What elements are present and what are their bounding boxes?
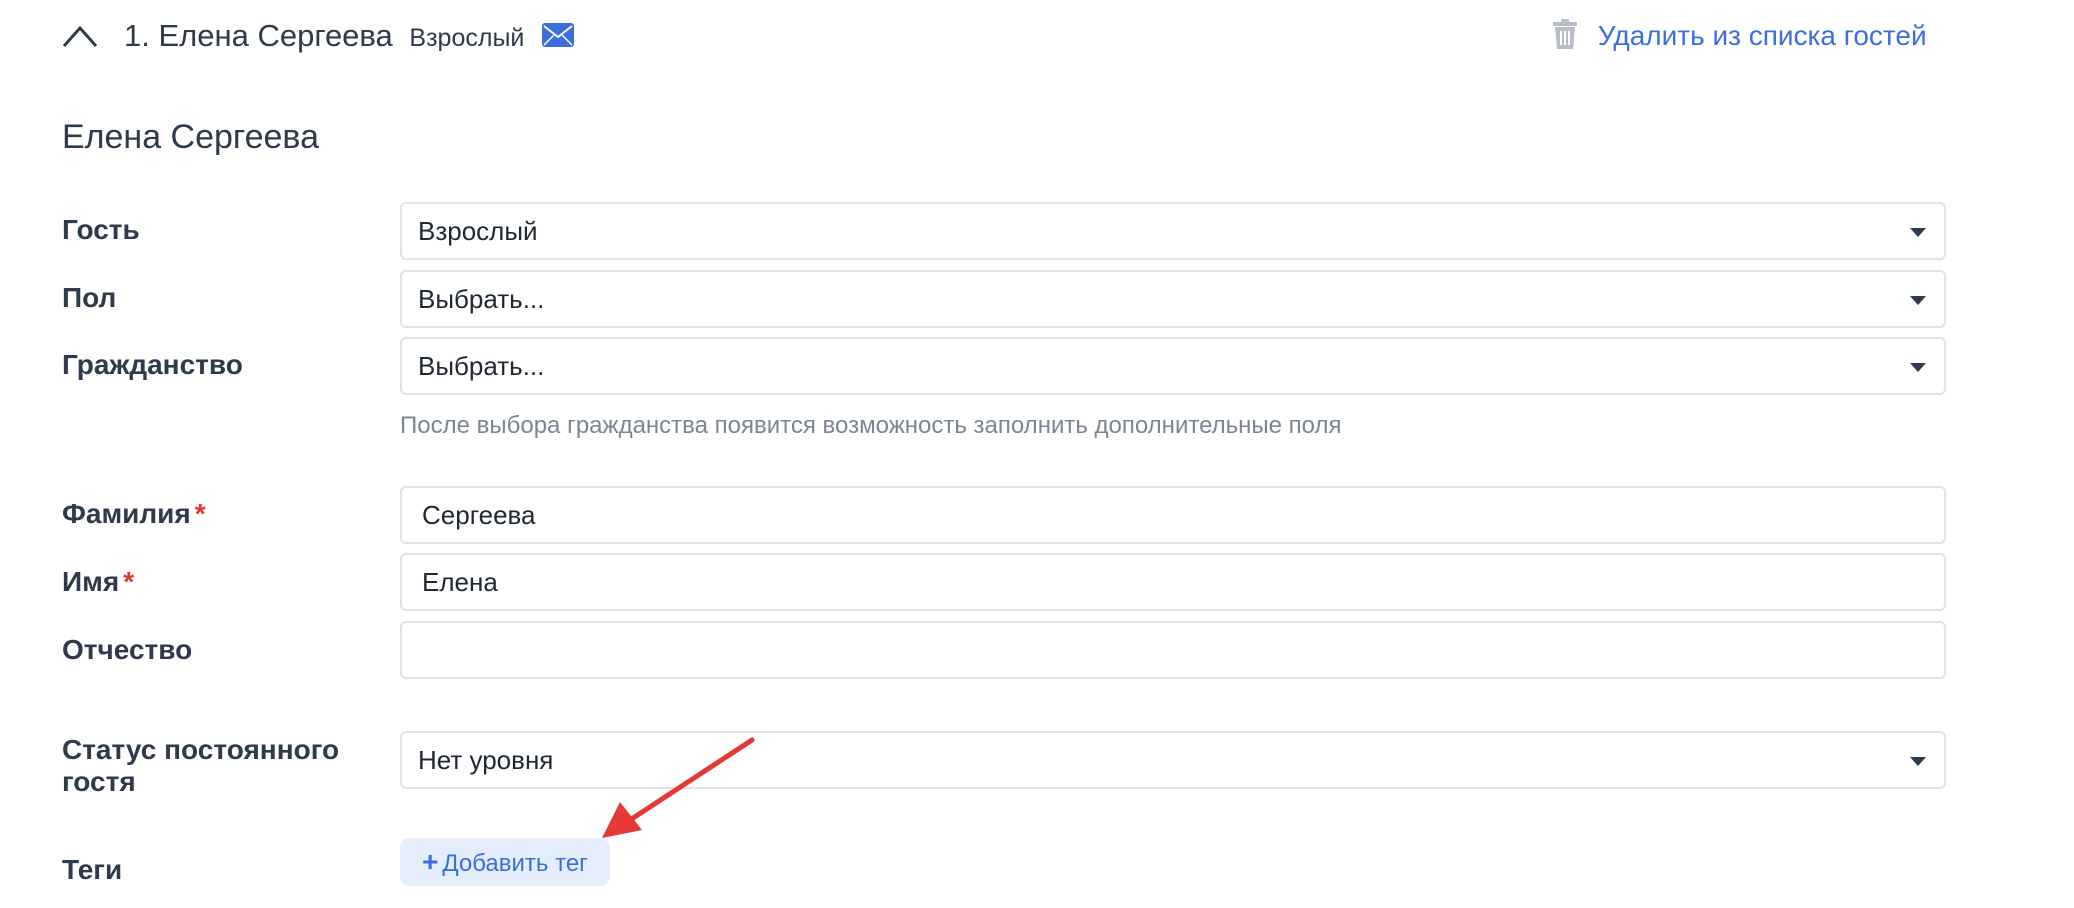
last-name-field[interactable] (400, 486, 1946, 544)
last-name-label: Фамилия * (62, 498, 206, 530)
annotation-arrow (602, 737, 755, 838)
guest-title: 1. Елена Сергеева Взрослый (124, 16, 575, 56)
citizenship-select[interactable]: Выбрать... (400, 337, 1946, 395)
last-name-label-text: Фамилия (62, 498, 191, 529)
plus-icon: + (422, 846, 439, 877)
citizenship-value: Выбрать... (418, 351, 545, 381)
guest-name-number: 1. Елена Сергеева (124, 18, 393, 53)
section-title: Елена Сергеева (62, 118, 319, 156)
citizenship-label: Гражданство (62, 349, 243, 380)
first-name-label-text: Имя (62, 566, 120, 597)
loyalty-status-label-line2: гостя (62, 766, 136, 797)
citizenship-hint: После выбора гражданства появится возмож… (400, 412, 1342, 439)
caret-down-icon (1910, 296, 1926, 305)
loyalty-status-value: Нет уровня (418, 745, 554, 775)
guest-type-text: Взрослый (409, 24, 525, 52)
loyalty-status-label: Статус постоянного гостя (62, 734, 339, 798)
required-mark: * (194, 498, 206, 529)
add-tag-label: Добавить тег (442, 850, 588, 877)
first-name-field[interactable] (400, 553, 1946, 611)
guest-type-select[interactable]: Взрослый (400, 202, 1946, 260)
loyalty-status-label-line1: Статус постоянного (62, 734, 340, 765)
required-mark: * (123, 566, 135, 597)
middle-name-field[interactable] (400, 621, 1946, 679)
guest-header: 1. Елена Сергеева Взрослый Удалить из сп… (62, 16, 1954, 66)
add-tag-button[interactable]: + Добавить тег (400, 838, 610, 886)
envelope-icon[interactable] (541, 22, 575, 48)
caret-down-icon (1910, 757, 1926, 766)
caret-down-icon (1910, 363, 1926, 372)
caret-down-icon (1910, 228, 1926, 237)
first-name-label: Имя * (62, 566, 134, 598)
delete-guest-link[interactable]: Удалить из списка гостей (1552, 16, 1927, 56)
first-name-input[interactable] (402, 555, 1944, 609)
tags-label: Теги (62, 854, 123, 885)
middle-name-label: Отчество (62, 634, 193, 665)
gender-value: Выбрать... (418, 284, 545, 314)
trash-icon (1553, 18, 1577, 49)
guest-label: Гость (62, 214, 140, 245)
last-name-input[interactable] (402, 488, 1944, 542)
guest-type-value: Взрослый (418, 216, 538, 246)
middle-name-input[interactable] (402, 623, 1944, 677)
gender-select[interactable]: Выбрать... (400, 270, 1946, 328)
gender-label: Пол (62, 282, 117, 313)
delete-guest-label: Удалить из списка гостей (1597, 20, 1927, 51)
chevron-up-icon[interactable] (62, 24, 98, 48)
